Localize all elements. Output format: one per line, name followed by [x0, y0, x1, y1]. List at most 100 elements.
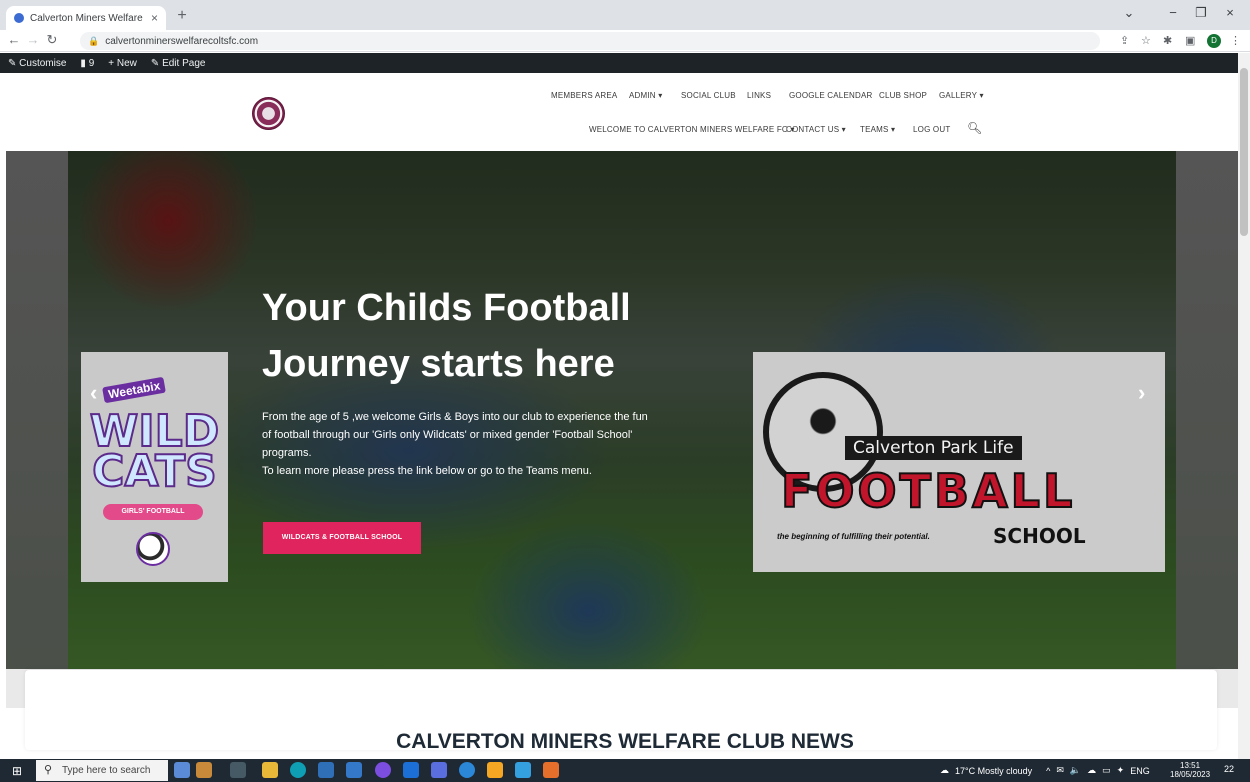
tab-title: Calverton Miners Welfare Colts F — [30, 12, 145, 24]
cloud-icon[interactable]: ☁ — [1087, 765, 1096, 776]
app-icon[interactable] — [543, 762, 559, 778]
nav-contact-us[interactable]: CONTACT US ▾ — [786, 125, 846, 134]
forward-icon[interactable]: → — [25, 32, 41, 47]
minimize-button[interactable]: − — [1159, 5, 1187, 20]
close-window-button[interactable]: × — [1216, 5, 1244, 20]
extensions-icon[interactable]: ✱ — [1163, 34, 1172, 47]
nav-links[interactable]: LINKS — [747, 91, 771, 100]
app-icon[interactable] — [515, 762, 531, 778]
nav-gallery[interactable]: GALLERY ▾ — [939, 91, 984, 100]
hero-text-line: To learn more please press the link belo… — [262, 465, 592, 477]
admin-comments[interactable]: ▮ 9 — [80, 58, 94, 69]
language-indicator[interactable]: ENG — [1130, 766, 1150, 776]
wp-admin-bar: ✎ Customise ▮ 9 + New ✎ Edit Page — [0, 53, 1238, 73]
url-text: calvertonminerswelfarecoltsfc.com — [105, 36, 259, 47]
girls-football-label: GIRLS' FOOTBALL — [103, 504, 203, 520]
teams-icon[interactable] — [346, 762, 362, 778]
app-icon[interactable] — [375, 762, 391, 778]
admin-edit-page[interactable]: ✎ Edit Page — [151, 58, 206, 69]
nav-club-shop[interactable]: CLUB SHOP — [879, 91, 927, 100]
profile-avatar[interactable]: D — [1207, 34, 1221, 48]
lock-icon: 🔒 — [88, 36, 100, 46]
search-icon: ⚲ — [44, 764, 53, 776]
bookmark-star-icon[interactable]: ☆ — [1141, 34, 1151, 47]
nav-log-out[interactable]: LOG OUT — [913, 125, 950, 134]
task-view-icon[interactable] — [230, 762, 246, 778]
edit-page-label: Edit Page — [162, 57, 206, 69]
weather-text[interactable]: 17°C Mostly cloudy — [955, 766, 1032, 776]
tab-close-icon[interactable]: × — [151, 11, 158, 25]
taskbar-clock[interactable]: 13:51 18/05/2023 — [1170, 761, 1210, 779]
notification-badge[interactable]: 22 — [1224, 764, 1234, 774]
browser-tab[interactable]: Calverton Miners Welfare Colts F × — [6, 6, 166, 30]
briefcase-icon[interactable] — [196, 762, 212, 778]
store-icon[interactable] — [318, 762, 334, 778]
hero-title: Your Childs Football Journey starts here — [262, 280, 682, 392]
comments-count: 9 — [88, 57, 95, 69]
hero-text-line: programs. — [262, 447, 312, 459]
wildcats-football-school-button[interactable]: WILDCATS & FOOTBALL SCHOOL — [263, 522, 421, 554]
scrollbar-thumb[interactable] — [1240, 68, 1248, 236]
nav-social-club[interactable]: SOCIAL CLUB — [681, 91, 736, 100]
school-wordmark: SCHOOL — [993, 524, 1086, 548]
customise-label: Customise — [19, 57, 67, 69]
nav-admin[interactable]: ADMIN ▾ — [629, 91, 662, 100]
hero-flank-right — [1176, 151, 1238, 708]
nav-members-area[interactable]: MEMBERS AREA — [551, 91, 617, 100]
tray-chevron-icon[interactable]: ^ — [1046, 766, 1050, 776]
hero-title-line-2: Journey starts here — [262, 343, 615, 385]
share-icon[interactable]: ⇪ — [1120, 34, 1129, 47]
taskbar-search[interactable]: ⚲ Type here to search — [36, 760, 168, 781]
system-tray: ☁ 17°C Mostly cloudy ^ ✉ 🔈 ☁ ▭ ✦ ENG — [940, 759, 1150, 782]
search-icon[interactable]: 🔍︎ — [967, 121, 982, 135]
file-explorer-icon[interactable] — [262, 762, 278, 778]
admin-new[interactable]: + New — [108, 58, 137, 69]
menu-kebab-icon[interactable]: ⋮ — [1230, 34, 1241, 47]
app-icon[interactable] — [459, 762, 475, 778]
pencil-icon: ✎ — [150, 57, 163, 69]
clock-date: 18/05/2023 — [1170, 770, 1211, 779]
new-label: New — [116, 57, 137, 69]
address-bar[interactable]: 🔒 calvertonminerswelfarecoltsfc.com — [80, 32, 1100, 50]
football-icon — [136, 532, 170, 566]
new-tab-button[interactable]: + — [172, 6, 192, 26]
windows-start-icon[interactable]: ⊞ — [12, 764, 22, 778]
edge-icon[interactable] — [290, 762, 306, 778]
volume-icon[interactable]: 🔈 — [1070, 765, 1081, 776]
hero-title-line-1: Your Childs Football — [262, 287, 631, 329]
clock-time: 13:51 — [1180, 761, 1201, 770]
windows-taskbar: ⊞ ⚲ Type here to search ☁ 17°C Mostly clo… — [0, 759, 1250, 782]
nav-google-calendar[interactable]: GOOGLE CALENDAR — [789, 91, 872, 100]
plus-icon: + — [108, 57, 117, 69]
news-widget-icon[interactable] — [174, 762, 190, 778]
network-icon[interactable]: ▭ — [1102, 765, 1111, 776]
nav-teams[interactable]: TEAMS ▾ — [860, 125, 895, 134]
teams-chat-icon[interactable] — [431, 762, 447, 778]
hero-text-line: From the age of 5 ,we welcome Girls & Bo… — [262, 411, 648, 423]
weather-icon[interactable]: ☁ — [940, 765, 949, 776]
hero-text-line: of football through our 'Girls only Wild… — [262, 429, 633, 441]
weetabix-logo: Weetabix — [102, 376, 167, 404]
comment-icon: ▮ — [80, 57, 89, 69]
nav-welcome[interactable]: WELCOME TO CALVERTON MINERS WELFARE FC ▾ — [589, 125, 795, 134]
browser-toolbar: ← → ↻ 🔒 calvertonminerswelfarecoltsfc.com… — [0, 30, 1250, 52]
tab-search-icon[interactable]: ⌄ — [1115, 5, 1143, 21]
chrome-icon[interactable] — [487, 762, 503, 778]
club-logo[interactable] — [252, 97, 285, 130]
maximize-button[interactable]: ❐ — [1187, 5, 1215, 21]
taskbar-search-placeholder: Type here to search — [62, 765, 151, 776]
site-header — [0, 73, 1238, 151]
app-tray-icon[interactable]: ✦ — [1117, 765, 1125, 776]
slider-prev-icon[interactable]: ‹ — [90, 380, 97, 406]
ie-icon[interactable] — [403, 762, 419, 778]
side-panel-icon[interactable]: ▣ — [1185, 34, 1195, 47]
wildcats-logo-card: Weetabix WILD CATS GIRLS' FOOTBALL — [81, 352, 228, 582]
slider-next-icon[interactable]: › — [1138, 380, 1145, 406]
brush-icon: ✎ — [8, 57, 20, 69]
browser-tab-strip: Calverton Miners Welfare Colts F × + ⌄ −… — [0, 0, 1250, 30]
admin-customise[interactable]: ✎ Customise — [8, 58, 66, 69]
back-icon[interactable]: ← — [6, 32, 22, 47]
reload-icon[interactable]: ↻ — [44, 32, 60, 48]
football-school-tagline: the beginning of fulfilling their potent… — [777, 532, 930, 541]
mail-icon[interactable]: ✉ — [1056, 765, 1064, 776]
